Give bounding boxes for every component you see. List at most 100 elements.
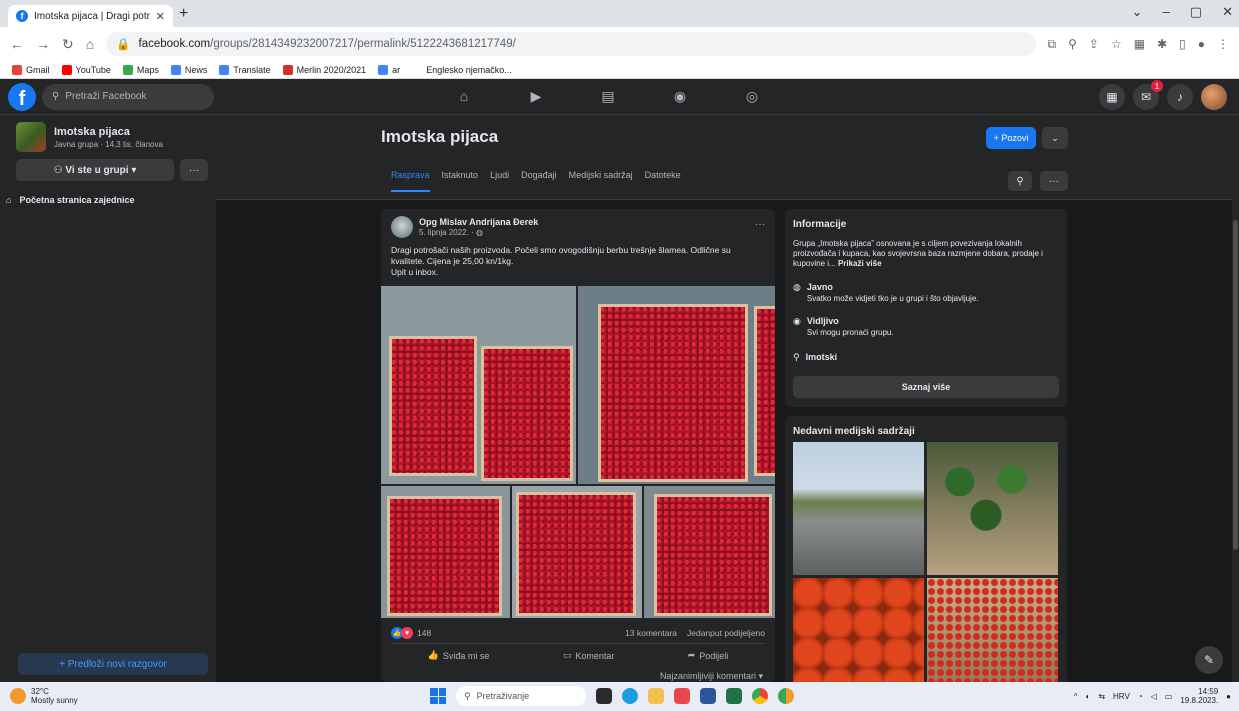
group-summary[interactable]: Imotska pijaca Javna grupa · 14,3 tis. č…	[16, 122, 163, 152]
chrome-icon[interactable]	[752, 688, 768, 704]
group-search-icon[interactable]: ⚲	[1008, 171, 1032, 191]
network-tray-icon[interactable]: ⇆	[1098, 692, 1105, 701]
comment-sort-dropdown[interactable]: Najzanimljiviji komentari ▾	[660, 671, 763, 682]
menu-grid-icon[interactable]: ▦	[1099, 84, 1125, 110]
group-more-button[interactable]: ···	[180, 159, 208, 181]
tab-istaknuto[interactable]: Istaknuto	[442, 170, 479, 192]
chrome-canary-icon[interactable]	[778, 688, 794, 704]
messenger-icon[interactable]: ✉ 1	[1133, 80, 1163, 110]
excel-icon[interactable]	[726, 688, 742, 704]
zoom-icon[interactable]: ⚲	[1068, 37, 1077, 52]
tab-dogadaji[interactable]: Događaji	[521, 170, 557, 192]
bookmark-youtube[interactable]: YouTube	[61, 64, 111, 75]
community-home-link[interactable]: ⌂ Početna stranica zajednice	[6, 195, 135, 205]
reaction-summary[interactable]: 👍 ♥ 148	[391, 627, 431, 639]
notification-center-icon[interactable]: ●	[1226, 692, 1231, 701]
windows-start-icon[interactable]	[430, 688, 446, 704]
word-icon[interactable]	[700, 688, 716, 704]
maximize-icon[interactable]: ▢	[1190, 4, 1202, 20]
watch-nav-icon[interactable]: ▶	[527, 87, 545, 105]
author-name[interactable]: Opg Mislav Andrijana Đerek	[419, 217, 538, 227]
edge-icon[interactable]	[622, 688, 638, 704]
like-button[interactable]: 👍 Sviđa mi se	[428, 650, 490, 661]
chevron-down-icon[interactable]: ⌄	[1042, 127, 1068, 149]
media-photo-tomatoes[interactable]	[793, 578, 924, 682]
compose-edit-icon[interactable]: ✎	[1195, 646, 1223, 674]
store-icon[interactable]	[674, 688, 690, 704]
facebook-search-input[interactable]: ⚲ Pretraži Facebook	[42, 83, 214, 110]
browser-tab[interactable]: f Imotska pijaca | Dragi potrošači ✕	[8, 5, 173, 27]
cherry-photo[interactable]	[512, 486, 642, 618]
battery-icon[interactable]: ▭	[1165, 692, 1173, 701]
home-icon[interactable]: ⌂	[86, 36, 94, 52]
sidepanel-icon[interactable]: ▯	[1179, 37, 1186, 52]
show-more-link[interactable]: Prikaži više	[838, 259, 882, 268]
bookmark-translate[interactable]: Translate	[219, 64, 271, 75]
bookmark-maps[interactable]: Maps	[122, 64, 159, 75]
share-count[interactable]: Jedanput podijeljeno	[687, 628, 765, 638]
volume-icon[interactable]: ◁	[1151, 692, 1157, 701]
notifications-bell-icon[interactable]: ♪	[1167, 84, 1193, 110]
cherry-photo[interactable]	[381, 486, 510, 618]
tab-ljudi[interactable]: Ljudi	[490, 170, 509, 192]
scrollbar-thumb[interactable]	[1233, 220, 1238, 550]
bookmark-star-icon[interactable]: ☆	[1111, 37, 1122, 52]
media-photo-watermelons[interactable]	[927, 442, 1058, 575]
media-photo-cherry-tomatoes[interactable]	[927, 578, 1058, 682]
profile-avatar[interactable]	[1201, 84, 1227, 110]
tab-rasprava[interactable]: Rasprava	[391, 170, 430, 192]
gaming-nav-icon[interactable]: ◎	[743, 87, 761, 105]
chevron-up-icon[interactable]: ^	[1074, 692, 1078, 701]
translate-icon	[219, 64, 230, 75]
reload-icon[interactable]: ↻	[62, 36, 74, 53]
file-explorer-icon[interactable]	[648, 688, 664, 704]
profile-icon[interactable]: ●	[1198, 37, 1205, 52]
group-tabs-more-button[interactable]: ···	[1040, 171, 1068, 191]
share-button[interactable]: ➦ Podijeli	[688, 650, 729, 661]
home-nav-icon[interactable]: ⌂	[455, 87, 473, 105]
learn-more-button[interactable]: Saznaj više	[793, 376, 1059, 398]
bookmark-gmail[interactable]: Gmail	[12, 64, 50, 75]
tab-search-icon[interactable]: ⌄	[1132, 4, 1143, 20]
post-menu-icon[interactable]: ···	[755, 219, 765, 230]
bookmark-news[interactable]: News	[170, 64, 207, 75]
cherry-photo[interactable]	[644, 486, 775, 618]
clock[interactable]: 14:59 19.8.2023.	[1180, 687, 1218, 705]
extension-icon[interactable]: ▦	[1134, 37, 1145, 52]
joined-button[interactable]: ⚇ Vi ste u grupi ▾	[16, 159, 174, 181]
forward-icon[interactable]: →	[36, 36, 50, 52]
media-photo-road[interactable]	[793, 442, 924, 575]
close-tab-icon[interactable]: ✕	[156, 10, 165, 23]
comment-count[interactable]: 13 komentara	[625, 628, 677, 638]
tab-medijski-sadrzaj[interactable]: Medijski sadržaj	[569, 170, 633, 192]
task-view-icon[interactable]	[596, 688, 612, 704]
facebook-logo-icon[interactable]: f	[8, 82, 36, 111]
minimize-icon[interactable]: –	[1163, 4, 1170, 20]
tab-datoteke[interactable]: Datoteke	[645, 170, 681, 192]
wifi-icon[interactable]: ◔	[1138, 692, 1143, 701]
security-icon[interactable]: ◐	[1085, 692, 1090, 701]
marketplace-nav-icon[interactable]: ▤	[599, 87, 617, 105]
bookmark-merlin[interactable]: Merlin 2020/2021	[282, 64, 366, 75]
puzzle-icon[interactable]: ✱	[1157, 37, 1167, 52]
share-icon[interactable]: ⇪	[1089, 37, 1099, 52]
install-icon[interactable]: ⧉	[1048, 37, 1057, 52]
comment-button[interactable]: ▭ Komentar	[563, 650, 615, 661]
menu-icon[interactable]: ⋮	[1217, 37, 1229, 52]
new-tab-icon[interactable]: +	[179, 5, 188, 23]
bookmark-englesko[interactable]: Englesko njemačko...	[412, 64, 512, 75]
close-window-icon[interactable]: ✕	[1222, 4, 1233, 20]
taskbar-search-input[interactable]: ⚲ Pretraživanje	[456, 686, 586, 706]
invite-button[interactable]: + Pozovi	[986, 127, 1036, 149]
bookmark-ar[interactable]: ar	[378, 64, 400, 75]
back-icon[interactable]: ←	[10, 36, 24, 52]
weather-widget[interactable]: 32°C Mostly sunny	[10, 687, 78, 705]
new-discussion-button[interactable]: + Predloži novi razgovor	[18, 653, 208, 675]
groups-nav-icon[interactable]: ◉	[671, 87, 689, 105]
cherry-photo[interactable]	[578, 286, 775, 484]
cherry-photo[interactable]	[381, 286, 576, 484]
post-date[interactable]: 5. lipnja 2022. · ◍	[419, 228, 538, 237]
keyboard-language[interactable]: HRV	[1113, 692, 1130, 701]
url-field[interactable]: 🔒 facebook.com/groups/2814349232007217/p…	[106, 32, 1036, 56]
author-avatar[interactable]	[391, 216, 413, 238]
